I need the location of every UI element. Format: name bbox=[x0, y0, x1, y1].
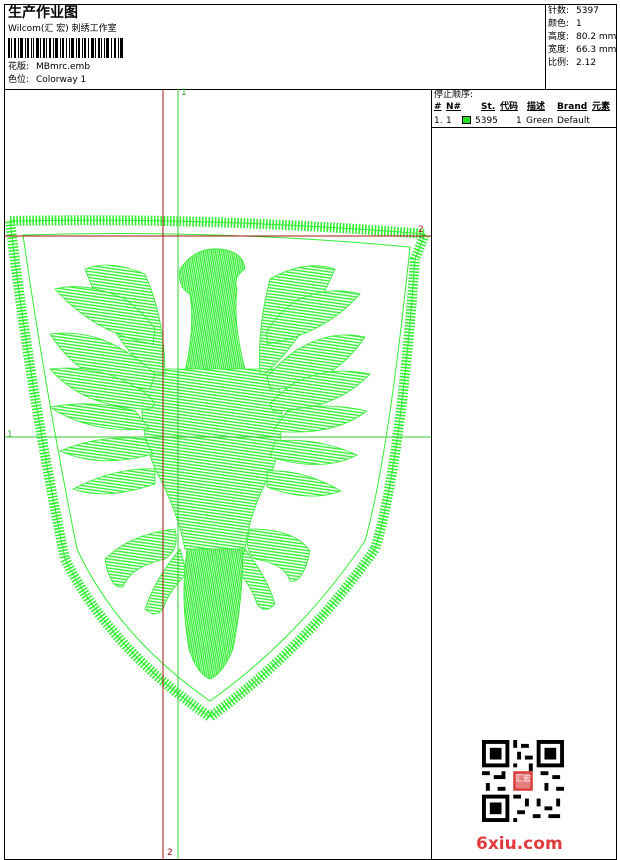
ratio-label: 比例: bbox=[548, 58, 570, 68]
barcode-icon bbox=[8, 38, 123, 58]
design-file-name: MBmrc.emb bbox=[36, 62, 91, 72]
embroidery-design-canvas bbox=[5, 89, 431, 859]
row-code: 1 bbox=[516, 116, 522, 126]
watermark-logo: 6xiu.com bbox=[476, 834, 563, 854]
studio-name: Wilcom(汇 宏) 刺绣工作室 bbox=[8, 24, 117, 34]
ratio-value: 2.12 bbox=[576, 58, 597, 68]
row-brand: Default bbox=[557, 116, 590, 126]
width-label: 宽度: bbox=[548, 45, 570, 55]
stop-sequence-title: 停止顺序: bbox=[434, 90, 474, 100]
color-count-label: 颜色: bbox=[548, 19, 570, 29]
colorway-label: 色位: bbox=[8, 75, 30, 85]
seal-text: 汇宏 bbox=[515, 774, 531, 783]
col-header-stitches: St. bbox=[481, 102, 496, 112]
design-label: 花版: bbox=[8, 62, 30, 72]
height-value: 80.2 mm bbox=[576, 32, 617, 42]
row-needle: 1 bbox=[446, 116, 452, 126]
thread-color-swatch bbox=[462, 116, 471, 124]
col-header-element: 元素 bbox=[592, 102, 611, 112]
colorway-name: Colorway 1 bbox=[36, 75, 87, 85]
guide-h2-label: 2 bbox=[418, 225, 424, 235]
stitch-count-value: 5397 bbox=[576, 6, 599, 16]
col-header-description: 描述 bbox=[527, 102, 546, 112]
width-value: 66.3 mm bbox=[576, 45, 617, 55]
page-title: 生产作业图 bbox=[8, 5, 78, 21]
stop-sequence-divider bbox=[431, 127, 617, 128]
production-worksheet: 生产作业图 Wilcom(汇 宏) 刺绣工作室 花版: MBmrc.emb 色位… bbox=[0, 0, 620, 860]
guide-v1-label: 1 bbox=[181, 88, 187, 98]
row-stitches: 5395 bbox=[475, 116, 498, 126]
col-header-index: # bbox=[434, 102, 442, 112]
row-description: Green bbox=[526, 116, 554, 126]
guide-v2-label: 2 bbox=[167, 848, 173, 858]
stitch-count-label: 针数: bbox=[548, 6, 570, 16]
col-header-needle: N# bbox=[446, 102, 462, 112]
guide-h1-label: 1 bbox=[7, 430, 13, 440]
col-header-code: 代码 bbox=[500, 102, 519, 112]
color-count-value: 1 bbox=[576, 19, 582, 29]
col-header-brand: Brand bbox=[557, 102, 588, 112]
height-label: 高度: bbox=[548, 32, 570, 42]
row-index: 1. bbox=[434, 116, 443, 126]
